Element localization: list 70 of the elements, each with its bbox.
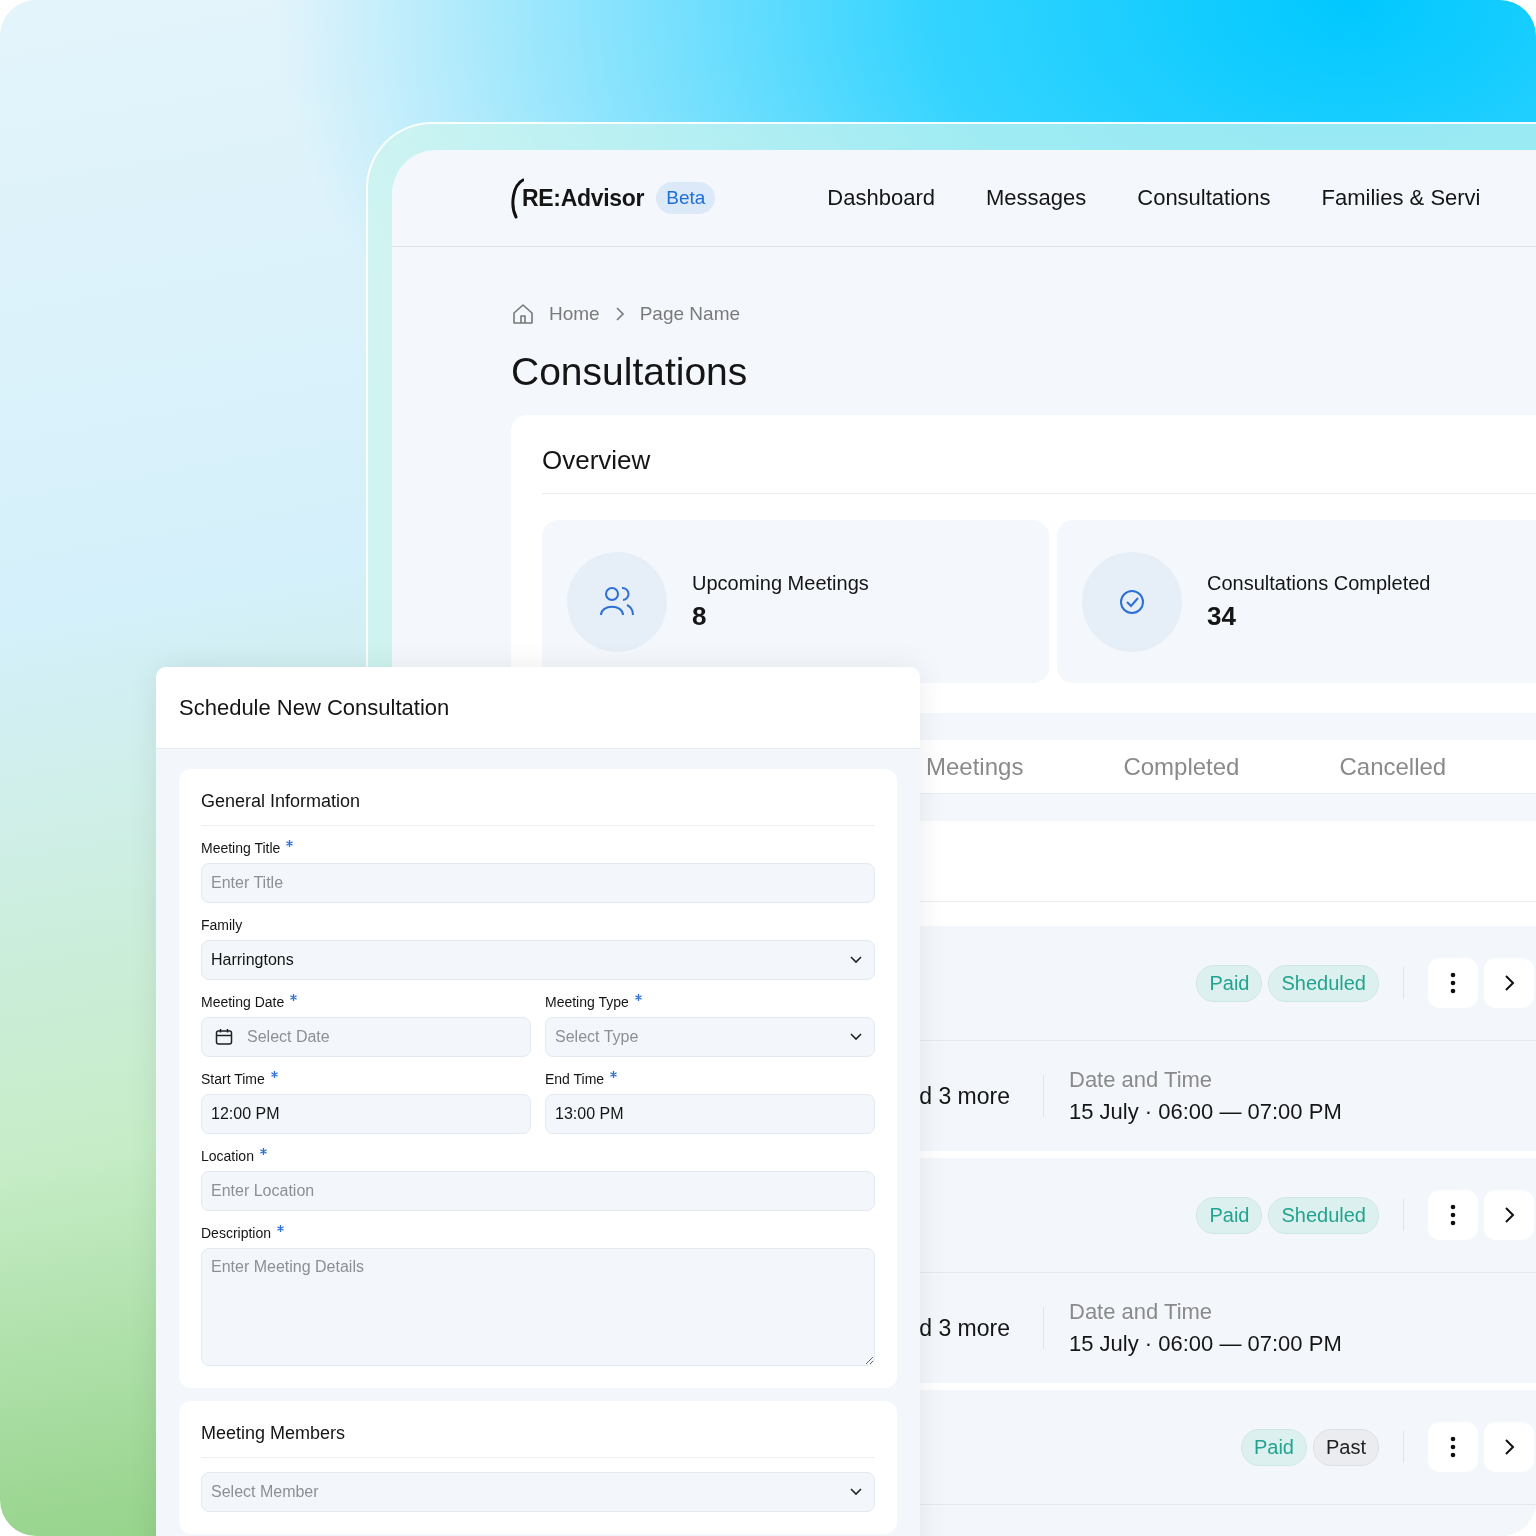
beta-badge: Beta <box>656 182 716 214</box>
more-icon <box>1450 1436 1456 1458</box>
nav-link[interactable]: Families & Servi <box>1321 185 1481 211</box>
chevron-down-icon <box>850 1488 862 1496</box>
chevron-down-icon <box>850 1033 862 1041</box>
field-label: Location <box>201 1148 254 1164</box>
text-area[interactable]: Enter Meeting Details <box>201 1248 875 1366</box>
date-field[interactable]: Select Date <box>201 1017 531 1057</box>
field-label: End Time <box>545 1071 605 1087</box>
tab[interactable]: Cancelled <box>1339 742 1447 791</box>
breadcrumb-current[interactable]: Page Name <box>639 303 741 325</box>
text-field[interactable]: Enter Title <box>201 863 875 903</box>
open-button[interactable] <box>1484 1422 1534 1472</box>
nav-link[interactable]: Dashboard <box>827 185 935 211</box>
stat-label: Consultations Completed <box>1207 571 1431 595</box>
date-time-text: 15 July · 06:00 — 07:00 PM <box>1069 1099 1343 1125</box>
chevron-down-icon <box>850 956 862 964</box>
home-icon <box>511 302 535 326</box>
overview-title: Overview <box>542 445 1536 494</box>
logo: RE:Advisor <box>522 184 645 212</box>
section-title: Meeting Members <box>201 1419 875 1458</box>
date-label: Date and Time <box>1069 1067 1214 1093</box>
section-title: General Information <box>201 787 875 826</box>
date-label: Date and Time <box>1069 1299 1214 1325</box>
page-title: Consultations <box>511 349 749 395</box>
tab[interactable]: Meetings <box>926 742 1024 791</box>
nav-link[interactable]: Consultations <box>1137 185 1271 211</box>
status-tag: Sheduled <box>1268 1196 1379 1234</box>
chevron-right-icon <box>1503 1206 1515 1224</box>
open-button[interactable] <box>1484 1190 1534 1240</box>
field-label: Meeting Title <box>201 840 281 856</box>
field-label: Meeting Date <box>201 994 285 1010</box>
stat-value: 34 <box>1207 600 1237 632</box>
members-text: d 3 more <box>919 1082 1010 1109</box>
field-label: Family <box>201 917 243 933</box>
text-field[interactable]: 13:00 PM <box>545 1094 875 1134</box>
status-tag: Past <box>1312 1428 1379 1466</box>
text-field[interactable]: 12:00 PM <box>201 1094 531 1134</box>
people-icon <box>567 551 667 652</box>
dropdown-field[interactable]: Harringtons <box>201 940 875 980</box>
tab[interactable]: Completed <box>1123 742 1240 791</box>
field-label: Description <box>201 1225 272 1241</box>
dropdown-field[interactable]: Select Type <box>545 1017 875 1057</box>
nav-link[interactable]: Messages <box>986 185 1087 211</box>
date-time-text: 15 July · 06:00 — 07:00 PM <box>1069 1331 1343 1357</box>
status-tag: Paid <box>1196 964 1263 1002</box>
text-field[interactable]: Enter Location <box>201 1171 875 1211</box>
check-circle-icon <box>1082 551 1182 652</box>
more-icon <box>1450 972 1456 994</box>
calendar-icon <box>215 1028 233 1046</box>
field-label: Meeting Type <box>545 994 629 1010</box>
field-label: Start Time <box>201 1071 265 1087</box>
status-tag: Paid <box>1196 1196 1263 1234</box>
more-button[interactable] <box>1428 958 1478 1008</box>
status-tag: Paid <box>1240 1428 1307 1466</box>
chevron-right-icon <box>1503 974 1515 992</box>
chevron-right-icon <box>1503 1438 1515 1456</box>
dialog-title: Schedule New Consultation <box>179 694 450 721</box>
status-tag: Sheduled <box>1268 964 1379 1002</box>
more-icon <box>1450 1204 1456 1226</box>
more-button[interactable] <box>1428 1190 1478 1240</box>
members-text: d 3 more <box>919 1314 1010 1341</box>
dropdown-field[interactable]: Select Member <box>201 1472 875 1512</box>
stat-value: 8 <box>692 600 708 632</box>
open-button[interactable] <box>1484 958 1534 1008</box>
logo-arc-icon <box>510 177 524 219</box>
chevron-right-icon <box>613 306 626 322</box>
breadcrumb-link[interactable]: Home <box>549 303 600 325</box>
more-button[interactable] <box>1428 1422 1478 1472</box>
stat-label: Upcoming Meetings <box>692 571 869 595</box>
